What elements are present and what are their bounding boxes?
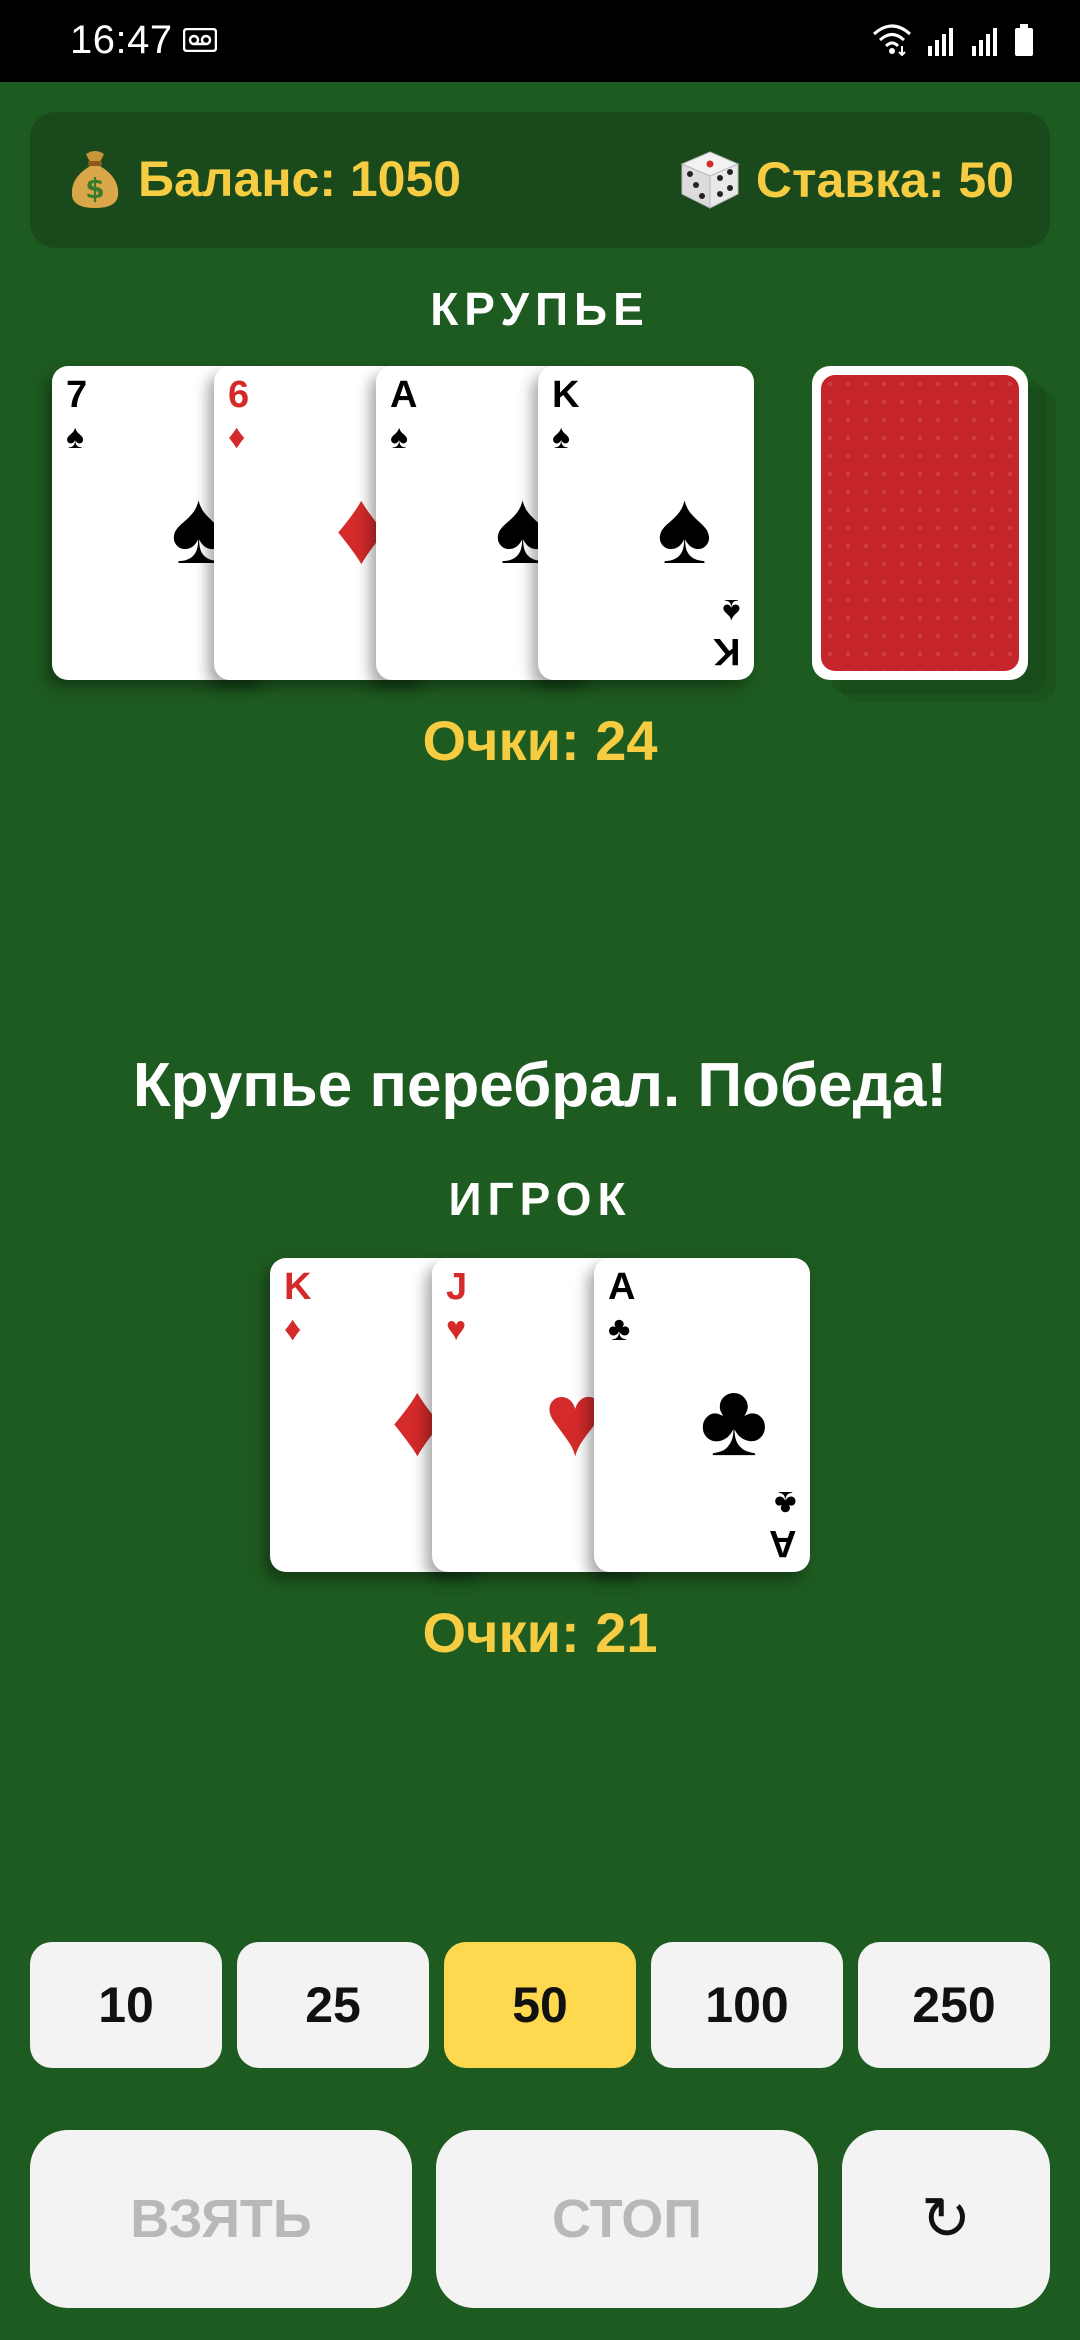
status-time: 16:47 [70,18,173,62]
diamond-icon: ♦ [284,1310,302,1348]
signal-icon-2 [972,28,997,56]
club-icon: ♣ [773,1484,796,1522]
card-rank: J [446,1266,468,1308]
restart-button[interactable]: ↻ [842,2130,1050,2308]
spade-icon: ♠ [552,418,571,456]
signal-icon [928,28,953,56]
player-score: Очки: 21 [422,1601,658,1664]
spade-icon: ♠ [721,592,740,630]
club-icon: ♣ [608,1310,631,1348]
player-card-3: A ♣ ♣ A ♣ [594,1258,810,1572]
voicemail-icon [182,27,218,57]
player-label: ИГРОК [448,1173,632,1225]
svg-text:$: $ [85,172,104,205]
balance-label: Баланс: 1050 [138,151,462,207]
info-panel: $ Баланс: 1050 Ставка: 50 [30,112,1050,248]
take-button[interactable]: ВЗЯТЬ [30,2130,412,2308]
refresh-icon: ↻ [920,2185,972,2252]
money-bag-icon: $ [71,151,119,208]
card-rank: 6 [228,374,250,416]
card-rank: K [284,1266,312,1308]
card-rank: A [608,1266,636,1308]
card-back [812,366,1028,680]
bet-selector: 10 25 50 100 250 [30,1942,1050,2068]
bet-button-25[interactable]: 25 [237,1942,429,2068]
balance: $ Баланс: 1050 [66,148,461,210]
wifi-icon [873,24,911,56]
status-bar: 16:47 [0,0,1080,82]
card-rank: A [390,374,418,416]
action-bar: ВЗЯТЬ СТОП ↻ [30,2130,1050,2308]
bet-label: Ставка: 50 [755,152,1014,208]
card-rank: K [712,630,740,672]
dice-icon [680,151,740,209]
dealer-card-4: K ♠ ♠ K ♠ [538,366,754,680]
bet-button-100[interactable]: 100 [651,1942,843,2068]
status-icons [872,22,1034,56]
card-corner: A ♣ [768,1484,796,1564]
club-icon: ♣ [699,1362,768,1478]
card-rank: A [768,1522,796,1564]
card-back-pattern [821,375,1019,671]
spade-icon: ♠ [390,418,409,456]
diamond-icon: ♦ [228,418,246,456]
spade-icon: ♠ [656,470,712,586]
card-deck [812,366,1056,702]
card-rank: K [552,374,580,416]
heart-icon: ♥ [446,1310,467,1348]
result-message: Крупье перебрал. Победа! [132,1051,948,1120]
card-rank: 7 [66,374,88,416]
stop-button[interactable]: СТОП [436,2130,818,2308]
bet-info: Ставка: 50 [678,148,1014,212]
bet-button-10[interactable]: 10 [30,1942,222,2068]
bet-button-50[interactable]: 50 [444,1942,636,2068]
battery-icon [1015,24,1033,56]
dealer-label: КРУПЬЕ [430,283,650,335]
spade-icon: ♠ [66,418,85,456]
bet-button-250[interactable]: 250 [858,1942,1050,2068]
card-corner: K ♠ [712,592,740,672]
dealer-score: Очки: 24 [422,709,658,772]
